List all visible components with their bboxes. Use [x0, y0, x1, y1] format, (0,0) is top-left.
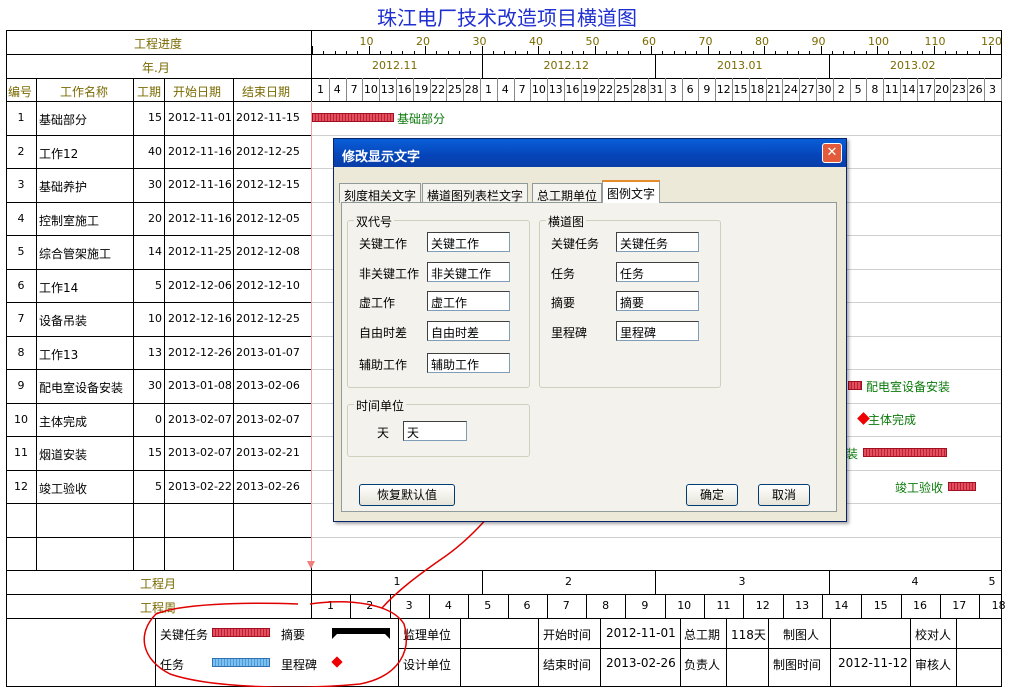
tab-scale-text[interactable]: 刻度相关文字 [339, 183, 422, 203]
group-bar-title: 横道图 [546, 213, 587, 230]
bar-label: 任务 [551, 266, 576, 281]
bar-input[interactable]: 摘要 [616, 291, 699, 311]
dual-label: 辅助工作 [359, 358, 408, 372]
ok-button[interactable]: 确定 [686, 484, 738, 506]
tab-gantt-column-text[interactable]: 横道图列表栏文字 [422, 183, 529, 203]
group-time-title: 时间单位 [354, 397, 407, 414]
dual-label: 虚工作 [359, 296, 396, 310]
group-dual-title: 双代号 [354, 213, 395, 230]
dual-input[interactable]: 辅助工作 [427, 353, 510, 373]
bar-input[interactable]: 关键任务 [616, 232, 699, 252]
bar-label: 关键任务 [551, 237, 600, 251]
time-unit-label: 天 [377, 426, 390, 440]
bar-input[interactable]: 任务 [616, 261, 699, 282]
bar-label: 里程碑 [551, 325, 588, 340]
close-icon[interactable]: ✕ [822, 143, 842, 163]
bar-label: 摘要 [551, 296, 576, 310]
restore-default-button[interactable]: 恢复默认值 [359, 484, 455, 506]
dual-label: 自由时差 [359, 325, 408, 340]
time-unit-input[interactable]: 天 [403, 421, 467, 441]
dialog-title: 修改显示文字 [334, 139, 846, 167]
dual-label: 非关键工作 [359, 266, 420, 281]
tab-legend-text[interactable]: 图例文字 [602, 180, 661, 203]
dual-input[interactable]: 自由时差 [427, 320, 510, 341]
dual-input[interactable]: 虚工作 [427, 291, 510, 311]
dual-label: 关键工作 [359, 237, 408, 251]
dual-input[interactable]: 非关键工作 [427, 261, 510, 282]
dual-input[interactable]: 关键工作 [427, 232, 510, 252]
tab-duration-unit[interactable]: 总工期单位 [532, 183, 603, 203]
cancel-button[interactable]: 取消 [758, 484, 810, 506]
bar-input[interactable]: 里程碑 [616, 320, 699, 341]
